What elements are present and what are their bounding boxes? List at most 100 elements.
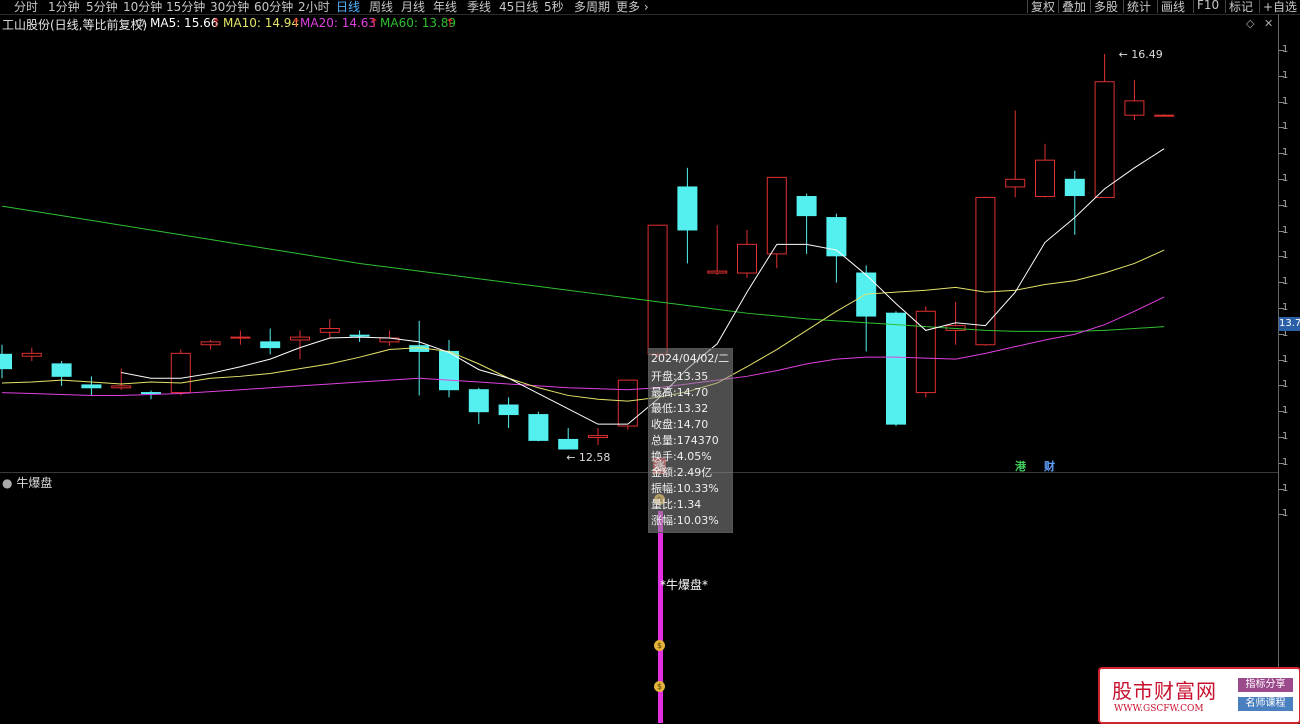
finance-badge[interactable]: 财: [1043, 458, 1056, 474]
axis-tick-label: 1: [1282, 44, 1289, 55]
ma10-label: MA10: 14.94: [223, 16, 300, 30]
candle-body-up: [230, 336, 251, 339]
axis-tick-label: 1: [1282, 69, 1289, 81]
candle-body-up: [290, 336, 310, 341]
axis-tick-label: 1: [1282, 353, 1289, 365]
period-tab-4[interactable]: 15分钟: [166, 0, 205, 15]
watermark-url: WWW.GSCFW.COM: [1114, 704, 1204, 714]
candle-body-down: [677, 186, 698, 231]
candle-body-down: [528, 414, 549, 441]
candle-body-up: [1005, 178, 1026, 188]
indicator-share-link[interactable]: 指标分享: [1238, 678, 1293, 692]
indicator-title: ● 牛爆盘: [2, 474, 52, 491]
candle-body-up: [1124, 100, 1145, 116]
axis-tick-label: 1: [1282, 482, 1289, 494]
candle-body-down: [558, 438, 579, 450]
candle-body-up: [975, 196, 996, 346]
axis-tick-label: 1: [1282, 431, 1289, 442]
low-price-label: ← 12.58: [566, 451, 610, 464]
course-link[interactable]: 名师课程: [1238, 697, 1293, 711]
candle-body-up: [319, 327, 340, 333]
tooltip-change: 涨幅:10.03%: [651, 514, 719, 527]
site-watermark[interactable]: 股市财富网 WWW.GSCFW.COM 指标分享 名师课程: [1098, 667, 1300, 724]
tooltip-volume: 总量:174370: [651, 434, 719, 447]
current-price-tag: 13.7: [1279, 317, 1300, 331]
candle-body-up: [200, 341, 221, 346]
candle-body-down: [81, 384, 102, 389]
indicator-name: 牛爆盘: [16, 476, 53, 490]
window-max-icon[interactable]: ◇: [1246, 17, 1254, 30]
period-toolbar: 分时 1分钟 5分钟 10分钟 15分钟 30分钟 60分钟 2小时 日线 周线 月线 年线 季线 45日…: [0, 0, 1300, 15]
toolbar-button-5[interactable]: F10: [1197, 0, 1219, 12]
ma20-label: MA20: 14.63: [300, 16, 377, 30]
candle-body-up: [1035, 159, 1055, 198]
tooltip-low: 最低:13.32: [651, 402, 709, 415]
toolbar-button-7[interactable]: +自选: [1263, 0, 1297, 15]
toolbar-button-6[interactable]: 标记: [1229, 0, 1253, 15]
period-tab-1[interactable]: 1分钟: [48, 0, 80, 15]
period-tab-6[interactable]: 60分钟: [254, 0, 293, 15]
candle-body-up: [21, 352, 42, 357]
axis-tick-label: 1: [1282, 276, 1289, 288]
period-tab-10[interactable]: 月线: [401, 0, 425, 15]
toolbar-button-0[interactable]: 复权: [1031, 0, 1055, 15]
candle-body-down: [0, 353, 12, 370]
candle-body-down: [349, 334, 370, 337]
price-axis[interactable]: 1111111111111111111: [1278, 14, 1300, 723]
period-tab-9[interactable]: 周线: [369, 0, 393, 15]
axis-tick-label: 1: [1282, 508, 1289, 520]
period-tab-3[interactable]: 10分钟: [123, 0, 162, 15]
hk-connect-badge[interactable]: 港: [1014, 458, 1027, 474]
toolbar-button-3[interactable]: 统计: [1127, 0, 1151, 15]
period-tab-13[interactable]: 45日线: [499, 0, 538, 15]
ma20-arrow: ↑: [369, 16, 380, 30]
period-tab-12[interactable]: 季线: [467, 0, 491, 15]
candle-body-up: [647, 224, 668, 355]
tooltip-date: 2024/04/02/二: [651, 352, 730, 365]
period-tab-15[interactable]: 多周期: [574, 0, 610, 15]
ma5-line: [121, 148, 1165, 425]
axis-tick-label: 1: [1282, 456, 1289, 468]
candle-body-down: [796, 196, 817, 217]
axis-tick-label: 1: [1282, 302, 1289, 313]
candle-body-down: [498, 404, 519, 416]
period-tab-2[interactable]: 5分钟: [86, 0, 118, 15]
axis-tick-label: 1: [1282, 95, 1289, 107]
axis-tick-label: 1: [1282, 405, 1289, 417]
period-tab-16[interactable]: 更多 ›: [616, 0, 649, 15]
window-close-icon[interactable]: ✕: [1264, 17, 1273, 30]
signal-label: *牛爆盘*: [660, 578, 709, 592]
period-tab-11[interactable]: 年线: [433, 0, 457, 15]
watermark-title: 股市财富网: [1112, 679, 1217, 703]
period-tab-5[interactable]: 30分钟: [210, 0, 249, 15]
axis-tick-label: 1: [1282, 121, 1289, 133]
candle-body-up: [588, 435, 608, 439]
toolbar-separator: [1157, 0, 1158, 13]
toolbar-separator: [1123, 0, 1124, 13]
tooltip-turnover: 换手:4.05%: [651, 450, 712, 463]
candle-body-down: [439, 350, 459, 391]
period-tab-8[interactable]: 日线: [336, 0, 360, 15]
toolbar-separator: [1058, 0, 1059, 13]
period-tab-0[interactable]: 分时: [14, 0, 38, 15]
toolbar-button-1[interactable]: 叠加: [1062, 0, 1086, 15]
candle-body-up: [1154, 114, 1175, 117]
axis-tick-label: 1: [1282, 224, 1289, 236]
tooltip-amplitude: 振幅:10.33%: [651, 482, 719, 495]
toolbar-separator: [1259, 0, 1260, 13]
toolbar-button-4[interactable]: 画线: [1161, 0, 1185, 15]
candle-body-down: [886, 312, 906, 425]
tooltip-ratio: 量比:1.34: [651, 498, 702, 511]
period-tab-14[interactable]: 5秒: [544, 0, 564, 15]
candle-body-up: [915, 310, 936, 394]
ma5-label: MA5: 15.66: [150, 16, 219, 30]
candle-body-down: [141, 392, 161, 395]
settings-icon[interactable]: ⚙: [135, 16, 146, 30]
candle-body-down: [468, 389, 489, 413]
money-bag-icon: $: [654, 681, 665, 692]
indicator-chart[interactable]: [0, 473, 1278, 723]
period-tab-7[interactable]: 2小时: [298, 0, 330, 15]
tooltip-open: 开盘:13.35: [651, 370, 709, 383]
toolbar-button-2[interactable]: 多股: [1094, 0, 1118, 15]
kline-chart[interactable]: ← 16.49 ← 12.58: [0, 32, 1278, 472]
